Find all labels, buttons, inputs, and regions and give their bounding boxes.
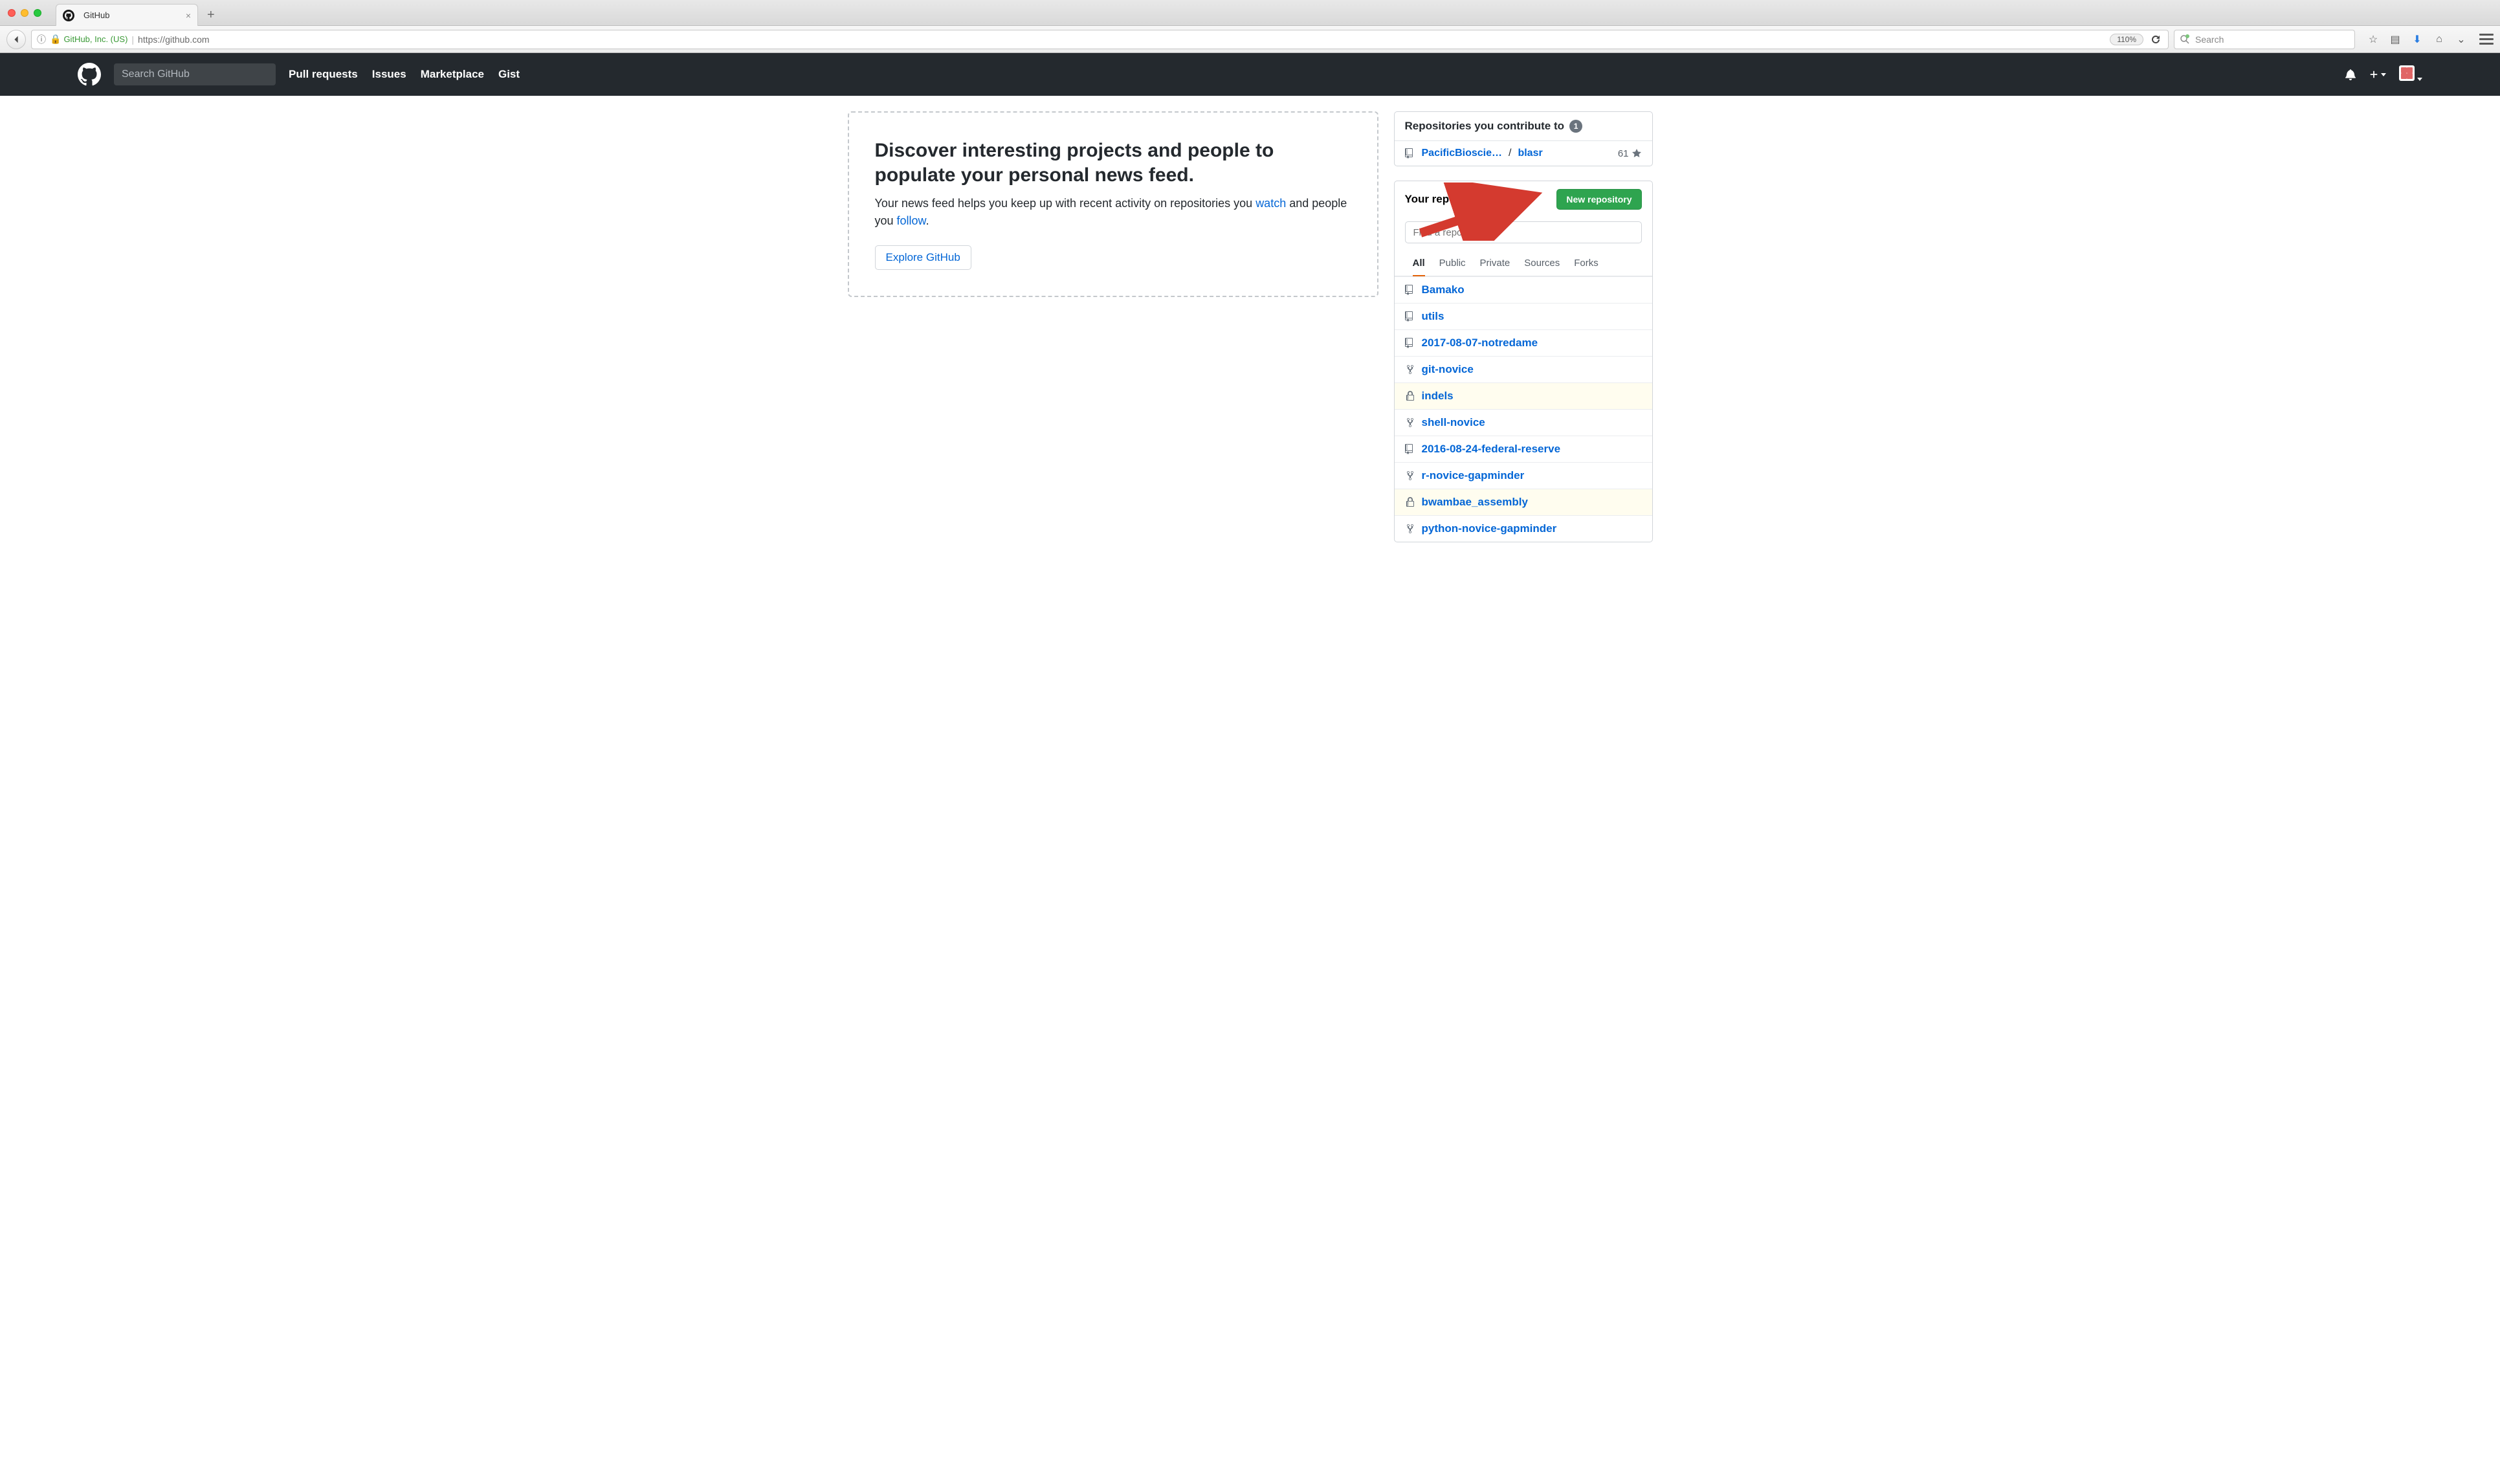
repo-list-item[interactable]: 2017-08-07-notredame <box>1395 329 1652 356</box>
library-icon[interactable]: ▤ <box>2389 33 2402 46</box>
search-placeholder: Search <box>2195 34 2224 45</box>
feed-description: Your news feed helps you keep up with re… <box>875 195 1351 230</box>
github-logo-icon[interactable] <box>78 63 101 86</box>
repo-link[interactable]: indels <box>1422 390 1454 403</box>
tab-all[interactable]: All <box>1413 258 1425 276</box>
reload-button[interactable] <box>2149 32 2163 47</box>
your-repos-panel: Your repositories 11 New repository All … <box>1394 181 1653 542</box>
search-icon <box>2180 34 2190 45</box>
notifications-icon[interactable] <box>2345 69 2356 80</box>
contribute-count-badge: 1 <box>1569 120 1582 133</box>
site-info-icon[interactable]: ⓘ <box>37 33 46 46</box>
contribute-header: Repositories you contribute to 1 <box>1395 112 1652 140</box>
contribute-owner-link[interactable]: PacificBioscie… <box>1422 148 1503 159</box>
news-feed-placeholder: Discover interesting projects and people… <box>848 111 1378 297</box>
repo-list-item[interactable]: utils <box>1395 303 1652 329</box>
repo-list-item[interactable]: bwambae_assembly <box>1395 489 1652 515</box>
repo-link[interactable]: python-novice-gapminder <box>1422 522 1557 535</box>
home-icon[interactable]: ⌂ <box>2433 33 2446 46</box>
menu-button[interactable] <box>2479 34 2494 45</box>
repo-list-item[interactable]: indels <box>1395 382 1652 409</box>
repo-icon <box>1405 285 1415 295</box>
browser-toolbar: ⓘ 🔒 GitHub, Inc. (US) | https://github.c… <box>0 26 2500 53</box>
zoom-indicator[interactable]: 110% <box>2110 34 2143 45</box>
fork-icon <box>1405 471 1415 481</box>
site-identity: GitHub, Inc. (US) <box>63 34 127 44</box>
your-repos-count-badge: 11 <box>1499 193 1515 206</box>
window-close-button[interactable] <box>8 9 16 17</box>
user-menu[interactable] <box>2399 65 2422 84</box>
tab-private[interactable]: Private <box>1480 258 1510 276</box>
repo-link[interactable]: utils <box>1422 310 1444 323</box>
repo-filter-input[interactable] <box>1405 221 1642 243</box>
explore-github-button[interactable]: Explore GitHub <box>875 245 971 270</box>
lock-icon <box>1405 391 1415 401</box>
toolbar-icons: ☆ ▤ ⬇ ⌂ ⌄ <box>2367 33 2468 46</box>
tab-title: GitHub <box>83 10 173 20</box>
primary-nav: Pull requests Issues Marketplace Gist <box>289 68 520 81</box>
lock-icon: 🔒 <box>50 34 61 45</box>
repo-list-item[interactable]: r-novice-gapminder <box>1395 462 1652 489</box>
your-repos-header: Your repositories 11 New repository <box>1395 181 1652 217</box>
repo-link[interactable]: bwambae_assembly <box>1422 496 1528 509</box>
right-sidebar: Repositories you contribute to 1 Pacific… <box>1394 111 1653 542</box>
url-bar[interactable]: ⓘ 🔒 GitHub, Inc. (US) | https://github.c… <box>31 30 2169 49</box>
repo-link[interactable]: r-novice-gapminder <box>1422 469 1525 482</box>
repo-list-item[interactable]: shell-novice <box>1395 409 1652 436</box>
feed-heading: Discover interesting projects and people… <box>875 138 1351 187</box>
tab-sources[interactable]: Sources <box>1524 258 1560 276</box>
repo-icon <box>1405 444 1415 454</box>
fork-icon <box>1405 364 1415 375</box>
repo-list: Bamako utils 2017-08-07-notredame git-novic… <box>1395 276 1652 542</box>
follow-link[interactable]: follow <box>897 214 926 227</box>
star-icon <box>1632 148 1642 159</box>
browser-search-bar[interactable]: Search <box>2174 30 2355 49</box>
repo-list-item[interactable]: git-novice <box>1395 356 1652 382</box>
window-titlebar: GitHub × + <box>0 0 2500 26</box>
browser-tab[interactable]: GitHub × <box>56 4 198 26</box>
avatar-icon <box>2399 65 2415 81</box>
new-tab-button[interactable]: + <box>207 8 215 21</box>
new-repository-button[interactable]: New repository <box>1556 189 1641 210</box>
window-zoom-button[interactable] <box>34 9 41 17</box>
url-text: https://github.com <box>138 34 2110 45</box>
repo-list-item[interactable]: 2016-08-24-federal-reserve <box>1395 436 1652 462</box>
repo-filter-tabs: All Public Private Sources Forks <box>1395 250 1652 276</box>
window-minimize-button[interactable] <box>21 9 28 17</box>
contribute-repo-link[interactable]: blasr <box>1518 148 1542 159</box>
pocket-icon[interactable]: ⌄ <box>2455 33 2468 46</box>
github-header: Pull requests Issues Marketplace Gist <box>0 53 2500 96</box>
bookmark-star-icon[interactable]: ☆ <box>2367 33 2380 46</box>
repo-link[interactable]: shell-novice <box>1422 416 1485 429</box>
repo-icon <box>1405 338 1415 348</box>
nav-gist[interactable]: Gist <box>498 68 520 81</box>
repo-link[interactable]: git-novice <box>1422 363 1474 376</box>
github-favicon-icon <box>63 10 74 21</box>
watch-link[interactable]: watch <box>1256 197 1286 210</box>
nav-issues[interactable]: Issues <box>372 68 406 81</box>
github-search-input[interactable] <box>114 63 276 85</box>
lock-icon <box>1405 497 1415 507</box>
fork-icon <box>1405 524 1415 534</box>
tab-public[interactable]: Public <box>1439 258 1466 276</box>
repo-link[interactable]: 2017-08-07-notredame <box>1422 337 1538 349</box>
contribute-repo-row[interactable]: PacificBioscie… /blasr 61 <box>1395 141 1652 166</box>
repo-list-item[interactable]: Bamako <box>1395 276 1652 303</box>
nav-marketplace[interactable]: Marketplace <box>421 68 484 81</box>
repo-icon <box>1405 148 1415 159</box>
downloads-icon[interactable]: ⬇ <box>2411 33 2424 46</box>
tab-forks[interactable]: Forks <box>1574 258 1598 276</box>
tab-close-button[interactable]: × <box>186 10 191 21</box>
repo-link[interactable]: Bamako <box>1422 283 1465 296</box>
repo-link[interactable]: 2016-08-24-federal-reserve <box>1422 443 1561 456</box>
nav-pull-requests[interactable]: Pull requests <box>289 68 358 81</box>
repo-list-item[interactable]: python-novice-gapminder <box>1395 515 1652 542</box>
star-count: 61 <box>1618 148 1642 159</box>
window-controls <box>8 9 41 17</box>
back-button[interactable] <box>6 30 26 49</box>
fork-icon <box>1405 417 1415 428</box>
contribute-panel: Repositories you contribute to 1 Pacific… <box>1394 111 1653 166</box>
repo-icon <box>1405 311 1415 322</box>
create-new-menu[interactable] <box>2369 70 2386 79</box>
